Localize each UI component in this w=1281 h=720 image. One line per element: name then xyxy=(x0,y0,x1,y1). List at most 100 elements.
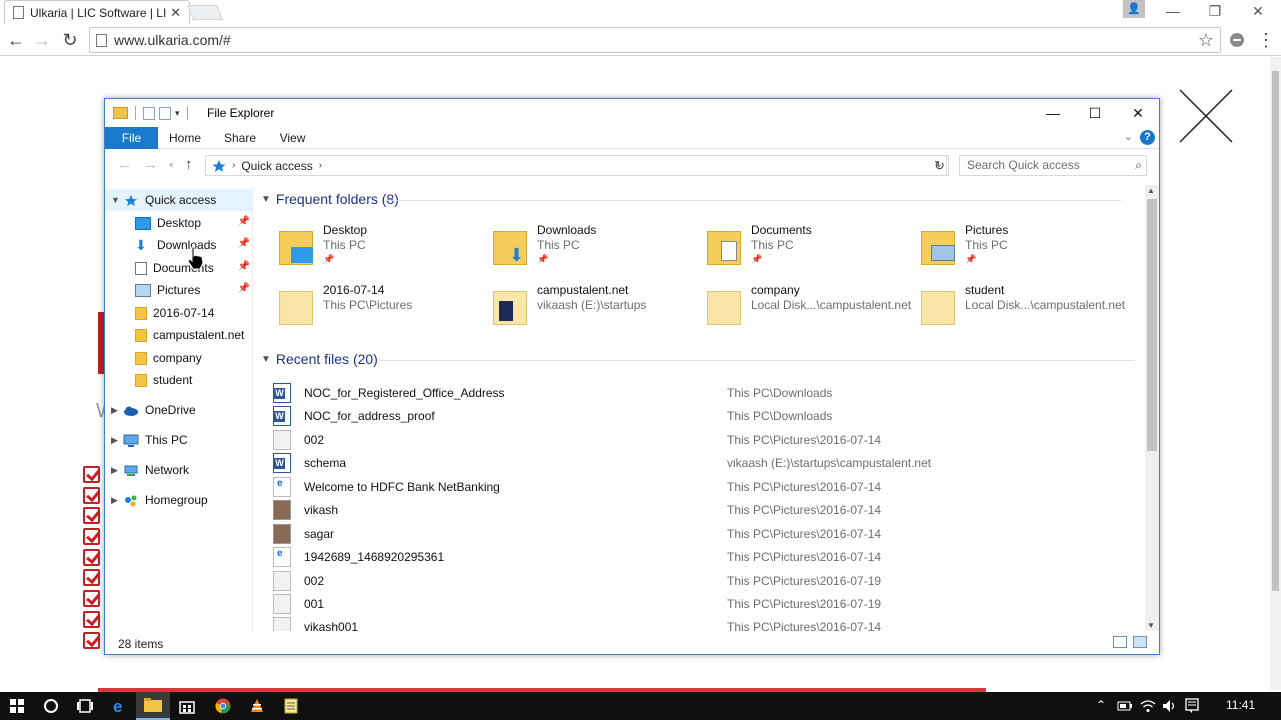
show-hidden-icons-icon[interactable]: ⌃ xyxy=(1096,698,1106,712)
chevron-right-icon[interactable]: ▶ xyxy=(111,435,123,446)
sidebar-item-quick-access[interactable]: ▼ Quick access xyxy=(105,189,253,211)
customize-toolbar-icon[interactable]: ▾ xyxy=(175,108,180,119)
help-icon[interactable]: ? xyxy=(1140,130,1155,145)
new-folder-icon[interactable] xyxy=(159,106,171,120)
close-icon[interactable]: ✕ xyxy=(1116,99,1160,127)
back-icon[interactable]: ← xyxy=(6,30,26,50)
chevron-down-icon[interactable]: ▼ xyxy=(261,194,271,205)
checkbox[interactable] xyxy=(83,486,100,504)
address-bar[interactable]: › Quick access › ⌄ xyxy=(205,155,947,176)
tab-home[interactable]: Home xyxy=(165,127,205,149)
list-item[interactable]: 002 This PC\Pictures\2016-07-14 xyxy=(273,428,1133,451)
folder-tile-documents[interactable]: Documents This PC 📌 xyxy=(683,223,893,273)
profile-icon[interactable]: 👤 xyxy=(1123,0,1145,18)
sidebar-item-desktop[interactable]: Desktop 📌 xyxy=(105,212,253,234)
folder-tile-downloads[interactable]: ⬇ Downloads This PC 📌 xyxy=(469,223,679,273)
sidebar-item-downloads[interactable]: ⬇ Downloads 📌 xyxy=(105,234,253,256)
minimize-icon[interactable]: — xyxy=(1153,0,1193,22)
address-bar[interactable]: www.ulkaria.com/# ☆ xyxy=(89,27,1221,53)
chevron-right-icon[interactable]: ▶ xyxy=(111,465,123,476)
bookmark-star-icon[interactable]: ☆ xyxy=(1198,30,1214,51)
scroll-up-icon[interactable]: ▲ xyxy=(1147,186,1155,195)
close-overlay-icon[interactable] xyxy=(1178,88,1234,144)
search-icon[interactable]: ⌕ xyxy=(1135,156,1142,175)
vlc-app[interactable] xyxy=(240,692,274,720)
sidebar-item-student[interactable]: student xyxy=(105,369,253,391)
expand-ribbon-icon[interactable]: ⌄ xyxy=(1124,130,1133,143)
sidebar-item-pictures[interactable]: Pictures 📌 xyxy=(105,279,253,301)
sidebar-item-documents[interactable]: Documents 📌 xyxy=(105,257,253,279)
list-item[interactable]: Welcome to HDFC Bank NetBanking This PC\P… xyxy=(273,475,1133,498)
battery-icon[interactable] xyxy=(1117,700,1133,712)
restore-icon[interactable]: ❐ xyxy=(1195,0,1235,22)
wifi-icon[interactable] xyxy=(1140,699,1156,713)
list-item[interactable]: vikash This PC\Pictures\2016-07-14 xyxy=(273,498,1133,521)
content-scrollbar[interactable]: ▲ ▼ xyxy=(1145,185,1159,631)
sidebar-item-network[interactable]: ▶ Network xyxy=(105,459,253,481)
up-icon[interactable]: ↑ xyxy=(185,156,193,173)
list-item[interactable]: NOC_for_Registered_Office_Address This PC… xyxy=(273,381,1133,404)
folder-tile-company[interactable]: company Local Disk...\campustalent.net xyxy=(683,283,911,333)
close-window-icon[interactable]: ✕ xyxy=(1238,0,1278,22)
notes-app[interactable] xyxy=(274,692,308,720)
sidebar-item-campustalent[interactable]: campustalent.net xyxy=(105,324,253,346)
sidebar-item-this-pc[interactable]: ▶ This PC xyxy=(105,429,253,451)
scroll-thumb[interactable] xyxy=(1147,199,1157,451)
sidebar-item-2016-07-14[interactable]: 2016-07-14 xyxy=(105,302,253,324)
chevron-right-icon[interactable]: ▶ xyxy=(111,495,123,506)
edge-app[interactable]: e xyxy=(102,692,136,720)
checkbox[interactable] xyxy=(83,548,100,566)
sidebar-item-onedrive[interactable]: ▶ OneDrive xyxy=(105,399,253,421)
chrome-app[interactable] xyxy=(206,692,240,720)
chevron-right-icon[interactable]: ▶ xyxy=(111,405,123,416)
chevron-down-icon[interactable]: ▼ xyxy=(111,195,123,205)
breadcrumb-separator[interactable]: › xyxy=(319,160,322,171)
list-item[interactable]: 001 This PC\Pictures\2016-07-19 xyxy=(273,592,1133,615)
list-item[interactable]: vikash001 This PC\Pictures\2016-07-14 xyxy=(273,615,1133,631)
clock[interactable]: 11:41 xyxy=(1226,698,1255,712)
frequent-folders-header[interactable]: ▼ Frequent folders (8) xyxy=(261,191,1121,207)
refresh-icon[interactable]: ↻ xyxy=(931,155,949,176)
tab-share[interactable]: Share xyxy=(221,127,259,149)
maximize-icon[interactable]: ☐ xyxy=(1073,99,1117,127)
folder-tile-pictures[interactable]: Pictures This PC 📌 xyxy=(897,223,1107,273)
extension-icon[interactable] xyxy=(1228,31,1246,49)
close-tab-icon[interactable]: ✕ xyxy=(170,5,181,21)
scroll-down-icon[interactable]: ▼ xyxy=(1147,621,1155,630)
browser-tab[interactable]: Ulkaria | LIC Software | LIC ✕ xyxy=(4,0,190,24)
checkbox[interactable] xyxy=(83,507,100,525)
store-app[interactable] xyxy=(170,692,204,720)
checkbox[interactable] xyxy=(83,610,100,628)
forward-icon[interactable]: → xyxy=(143,156,158,173)
folder-tile-campustalent[interactable]: campustalent.net vikaash (E:)\startups xyxy=(469,283,679,333)
recent-files-header[interactable]: ▼ Recent files (20) xyxy=(261,351,1134,367)
sidebar-item-company[interactable]: company xyxy=(105,347,253,369)
back-icon[interactable]: ← xyxy=(117,156,132,173)
page-scrollbar[interactable] xyxy=(1270,57,1281,690)
forward-icon[interactable]: → xyxy=(32,30,52,50)
file-explorer-app[interactable] xyxy=(136,692,170,720)
details-view-icon[interactable] xyxy=(1113,636,1127,648)
breadcrumb[interactable]: Quick access xyxy=(241,159,312,173)
list-item[interactable]: sagar This PC\Pictures\2016-07-14 xyxy=(273,522,1133,545)
list-item[interactable]: 002 This PC\Pictures\2016-07-19 xyxy=(273,569,1133,592)
task-view-button[interactable] xyxy=(68,692,102,720)
menu-icon[interactable]: ⋮ xyxy=(1256,30,1276,50)
chevron-down-icon[interactable]: ▼ xyxy=(261,354,271,365)
folder-tile-student[interactable]: student Local Disk...\campustalent.net xyxy=(897,283,1125,333)
search-input[interactable]: Search Quick access ⌕ xyxy=(959,155,1147,176)
explorer-titlebar[interactable]: ▾ File Explorer — ☐ ✕ xyxy=(105,99,1159,127)
reload-icon[interactable]: ↻ xyxy=(60,30,80,50)
tab-file[interactable]: File xyxy=(105,127,158,149)
checkbox[interactable] xyxy=(83,569,100,587)
minimize-icon[interactable]: — xyxy=(1031,99,1075,127)
action-center-icon[interactable] xyxy=(1185,698,1199,714)
cortana-button[interactable] xyxy=(34,692,68,720)
list-item[interactable]: NOC_for_address_proof This PC\Downloads xyxy=(273,404,1133,427)
start-button[interactable] xyxy=(0,692,34,720)
properties-icon[interactable] xyxy=(143,106,155,120)
tab-view[interactable]: View xyxy=(275,127,310,149)
page-scroll-thumb[interactable] xyxy=(1272,71,1279,591)
list-item[interactable]: schema vikaash (E:)\startups\campustalent… xyxy=(273,451,1133,474)
breadcrumb-separator[interactable]: › xyxy=(232,160,235,171)
